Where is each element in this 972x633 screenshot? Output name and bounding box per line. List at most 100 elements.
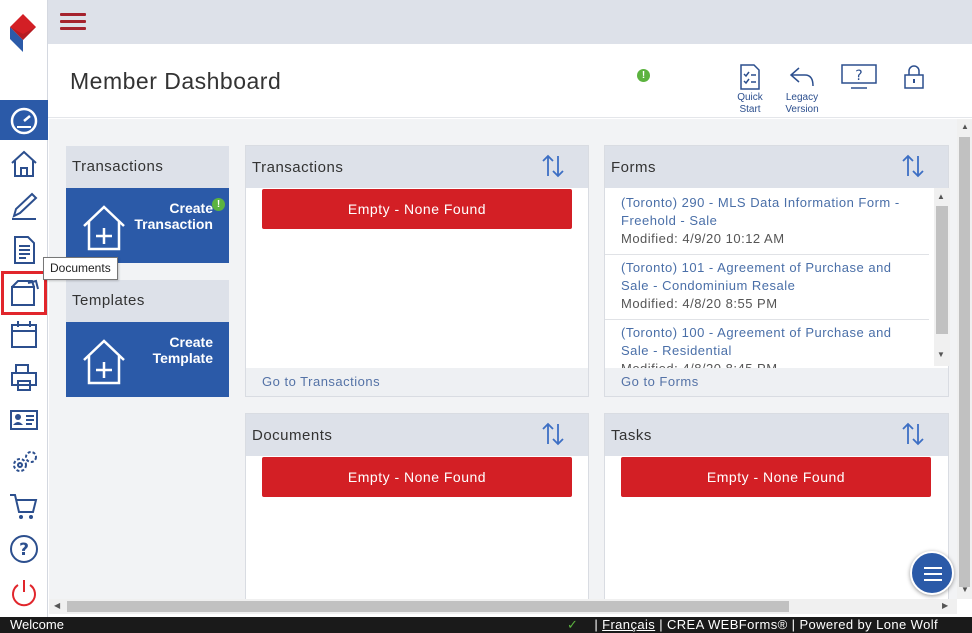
scroll-up-icon[interactable]: ▲ (937, 192, 945, 201)
calendar-icon (11, 321, 37, 348)
forms-list: (Toronto) 290 - MLS Data Information For… (605, 188, 950, 368)
lock-icon (904, 65, 924, 89)
check-icon: ✓ (567, 617, 579, 632)
lock-button[interactable] (892, 64, 936, 92)
create-template-button[interactable]: Create Template (66, 322, 229, 397)
form-modified-text: Modified: 4/8/20 8:45 PM (621, 360, 913, 368)
list-item[interactable]: (Toronto) 100 - Agreement of Purchase an… (605, 318, 929, 368)
scroll-down-icon[interactable]: ▼ (937, 350, 945, 359)
contact-card-icon (10, 410, 38, 430)
sort-arrows-icon[interactable] (902, 154, 924, 178)
reports-nav-button[interactable] (0, 230, 48, 270)
menu-icon-line (924, 573, 942, 575)
reply-arrow-icon (789, 67, 814, 87)
power-icon (12, 580, 36, 607)
form-title-link[interactable]: (Toronto) 290 - MLS Data Information For… (621, 194, 913, 230)
welcome-text: Welcome (10, 617, 64, 632)
create-transaction-label: Create Transaction (134, 200, 213, 232)
calendar-nav-button[interactable] (0, 314, 48, 354)
help-nav-button[interactable]: ? (0, 529, 48, 569)
svg-text:?: ? (19, 540, 29, 560)
powered-by-text: Powered by Lone Wolf (799, 617, 938, 632)
quick-start-label: Quick Start (737, 92, 763, 115)
go-to-forms-link[interactable]: Go to Forms (605, 368, 948, 396)
transactions-shortcut-card: Transactions Create Transaction ! (66, 146, 229, 263)
house-plus-icon (83, 339, 125, 385)
create-transaction-badge: ! (212, 198, 225, 211)
speedometer-icon (10, 107, 38, 135)
forms-panel-header: Forms (605, 146, 948, 188)
sort-arrows-icon[interactable] (902, 422, 924, 446)
logout-nav-button[interactable] (0, 572, 48, 612)
go-to-transactions-link[interactable]: Go to Transactions (246, 368, 588, 396)
documents-panel: Documents Empty - None Found (245, 413, 589, 599)
document-list-icon (14, 236, 35, 264)
status-footer: Welcome ✓ | Français | CREA WEBForms® | … (0, 617, 972, 633)
forms-nav-button[interactable] (0, 186, 48, 226)
form-modified-text: Modified: 4/8/20 8:55 PM (621, 296, 778, 311)
brand-logo[interactable] (8, 14, 38, 54)
form-title-link[interactable]: (Toronto) 101 - Agreement of Purchase an… (621, 259, 913, 295)
product-name: CREA WEBForms® (666, 617, 788, 632)
documents-tooltip: Documents (43, 257, 118, 280)
quick-start-button[interactable]: Quick Start (728, 64, 772, 116)
page-horizontal-scrollbar[interactable]: ◀ ▶ (49, 599, 957, 614)
tasks-panel: Tasks Empty - None Found (604, 413, 949, 599)
scrollbar-thumb[interactable] (67, 601, 789, 612)
transactions-empty-button[interactable]: Empty - None Found (262, 189, 572, 229)
form-title-link[interactable]: (Toronto) 100 - Agreement of Purchase an… (621, 324, 913, 360)
footer-separator: | (659, 617, 663, 632)
hamburger-menu-icon[interactable] (60, 13, 86, 33)
page-header: Member Dashboard ! Quick Start Legacy Ve… (48, 44, 972, 118)
home-icon (11, 150, 37, 177)
forms-panel-title: Forms (611, 159, 656, 176)
forms-list-scrollbar[interactable]: ▲ ▼ (934, 188, 950, 366)
transactions-panel: Transactions Empty - None Found Go to Tr… (245, 145, 589, 397)
scrollbar-thumb[interactable] (959, 137, 970, 587)
gears-icon (13, 451, 37, 472)
alert-badge[interactable]: ! (637, 69, 650, 82)
legacy-version-button[interactable]: Legacy Version (780, 64, 824, 116)
printer-icon (11, 364, 37, 391)
svg-text:?: ? (855, 68, 862, 84)
templates-shortcut-card: Templates Create Template (66, 280, 229, 397)
create-transaction-button[interactable]: Create Transaction ! (66, 188, 229, 263)
cart-icon (10, 494, 38, 519)
contacts-nav-button[interactable] (0, 400, 48, 440)
create-template-label: Create Template (152, 334, 213, 366)
pen-icon (12, 192, 38, 220)
settings-nav-button[interactable] (0, 443, 48, 483)
footer-separator: | (594, 617, 599, 632)
menu-icon-line (924, 579, 942, 581)
scroll-right-icon[interactable]: ▶ (942, 601, 948, 610)
sort-arrows-icon[interactable] (542, 422, 564, 446)
legacy-version-label: Legacy Version (785, 92, 819, 115)
tasks-empty-button[interactable]: Empty - None Found (621, 457, 931, 497)
store-nav-button[interactable] (0, 486, 48, 526)
sort-arrows-icon[interactable] (542, 154, 564, 178)
scroll-down-icon[interactable]: ▼ (961, 585, 969, 594)
scroll-left-icon[interactable]: ◀ (54, 601, 60, 610)
documents-empty-button[interactable]: Empty - None Found (262, 457, 572, 497)
transactions-panel-header: Transactions (246, 146, 588, 188)
transactions-panel-title: Transactions (252, 159, 344, 176)
menu-icon (924, 567, 942, 569)
highlight-box (1, 271, 47, 315)
page-vertical-scrollbar[interactable]: ▲ ▼ (957, 119, 972, 599)
list-item[interactable]: (Toronto) 290 - MLS Data Information For… (605, 188, 929, 255)
list-item[interactable]: (Toronto) 101 - Agreement of Purchase an… (605, 253, 929, 320)
floating-menu-button[interactable] (910, 551, 954, 595)
form-modified-text: Modified: 4/9/20 10:12 AM (621, 231, 785, 246)
scroll-up-icon[interactable]: ▲ (961, 122, 969, 131)
scrollbar-thumb[interactable] (936, 206, 948, 334)
tasks-panel-header: Tasks (605, 414, 948, 456)
dashboard-nav-button[interactable] (0, 100, 48, 140)
support-screen-button[interactable]: ? (837, 64, 881, 92)
help-icon: ? (10, 535, 38, 563)
monitor-help-icon: ? (841, 64, 877, 89)
documents-panel-title: Documents (252, 427, 333, 444)
home-nav-button[interactable] (0, 144, 48, 184)
print-nav-button[interactable] (0, 357, 48, 397)
language-link[interactable]: Français (602, 617, 655, 632)
transactions-card-title: Transactions (66, 146, 229, 188)
